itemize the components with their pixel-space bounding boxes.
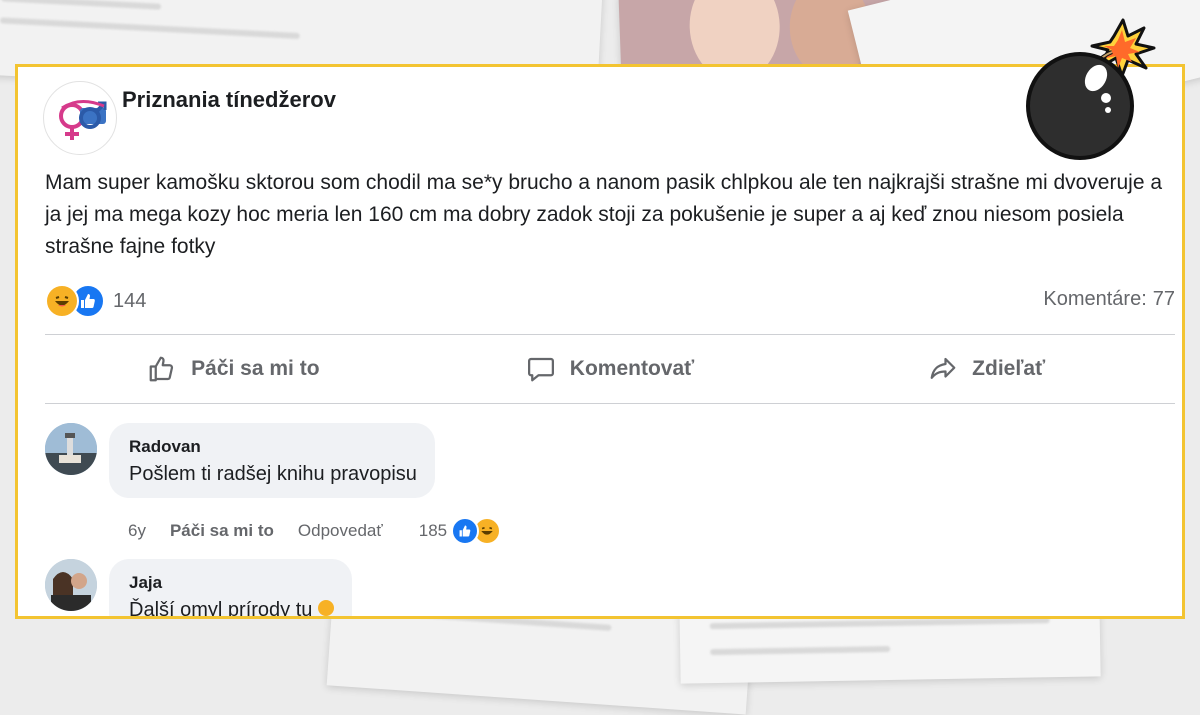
reaction-count: 144 bbox=[113, 289, 147, 312]
like-button-label: Páči sa mi to bbox=[191, 357, 320, 380]
comment-button-label: Komentovať bbox=[569, 357, 695, 380]
comment-button[interactable]: Komentovať bbox=[422, 337, 799, 401]
avatar[interactable] bbox=[45, 559, 97, 611]
facebook-post-card: Priznania tínedžerov Mam super kamošku s… bbox=[15, 64, 1185, 619]
comment-author[interactable]: Radovan bbox=[129, 437, 417, 457]
like-reaction-icon bbox=[451, 517, 480, 545]
comment-timestamp[interactable]: 6y bbox=[128, 521, 146, 541]
comment-text: Ďalší omyl prírody tu bbox=[129, 599, 334, 619]
page-avatar-logo[interactable] bbox=[43, 81, 117, 155]
avatar[interactable] bbox=[45, 423, 97, 475]
like-button[interactable]: Páči sa mi to bbox=[45, 337, 422, 401]
comment-author[interactable]: Jaja bbox=[129, 573, 334, 593]
share-button[interactable]: Zdieľať bbox=[798, 337, 1175, 401]
comment-meta: 6y Páči sa mi to Odpovedať 185 bbox=[128, 517, 502, 545]
page-name[interactable]: Priznania tínedžerov bbox=[122, 87, 336, 113]
divider bbox=[45, 403, 1175, 404]
comment-text: Pošlem ti radšej knihu pravopisu bbox=[129, 463, 417, 485]
thumbs-up-icon bbox=[149, 356, 174, 382]
comment-bubble: Jaja Ďalší omyl prírody tu bbox=[109, 559, 352, 619]
comments-count-label: Komentáre: bbox=[1043, 288, 1147, 310]
bomb-sticker-icon bbox=[1018, 6, 1188, 166]
comment-reaction-count: 185 bbox=[418, 521, 448, 540]
post-actions-bar: Páči sa mi to Komentovať Zdieľať bbox=[45, 337, 1175, 401]
emoji-icon bbox=[317, 600, 334, 616]
comment-reply-link[interactable]: Odpovedať bbox=[298, 521, 383, 541]
haha-reaction-icon bbox=[45, 284, 79, 318]
post-text: Mam super kamošku sktorou som chodil ma … bbox=[45, 171, 1163, 258]
comment-item: Jaja Ďalší omyl prírody tu bbox=[45, 559, 352, 619]
divider bbox=[45, 334, 1175, 335]
comment-item: Radovan Pošlem ti radšej knihu pravopisu bbox=[45, 423, 435, 498]
reactions-summary[interactable]: 144 bbox=[45, 284, 146, 318]
post-stats-bar: 144 Komentáre: 77 bbox=[45, 284, 1175, 318]
comment-text-content: Ďalší omyl prírody tu bbox=[129, 599, 313, 619]
speech-bubble-icon bbox=[527, 357, 554, 382]
comment-like-link[interactable]: Páči sa mi to bbox=[170, 521, 274, 541]
comment-bubble: Radovan Pošlem ti radšej knihu pravopisu bbox=[109, 423, 435, 498]
comments-count-value: 77 bbox=[1152, 288, 1175, 310]
share-button-label: Zdieľať bbox=[972, 357, 1046, 380]
share-arrow-icon bbox=[930, 357, 956, 379]
comments-count-link[interactable]: Komentáre: 77 bbox=[1037, 288, 1175, 311]
